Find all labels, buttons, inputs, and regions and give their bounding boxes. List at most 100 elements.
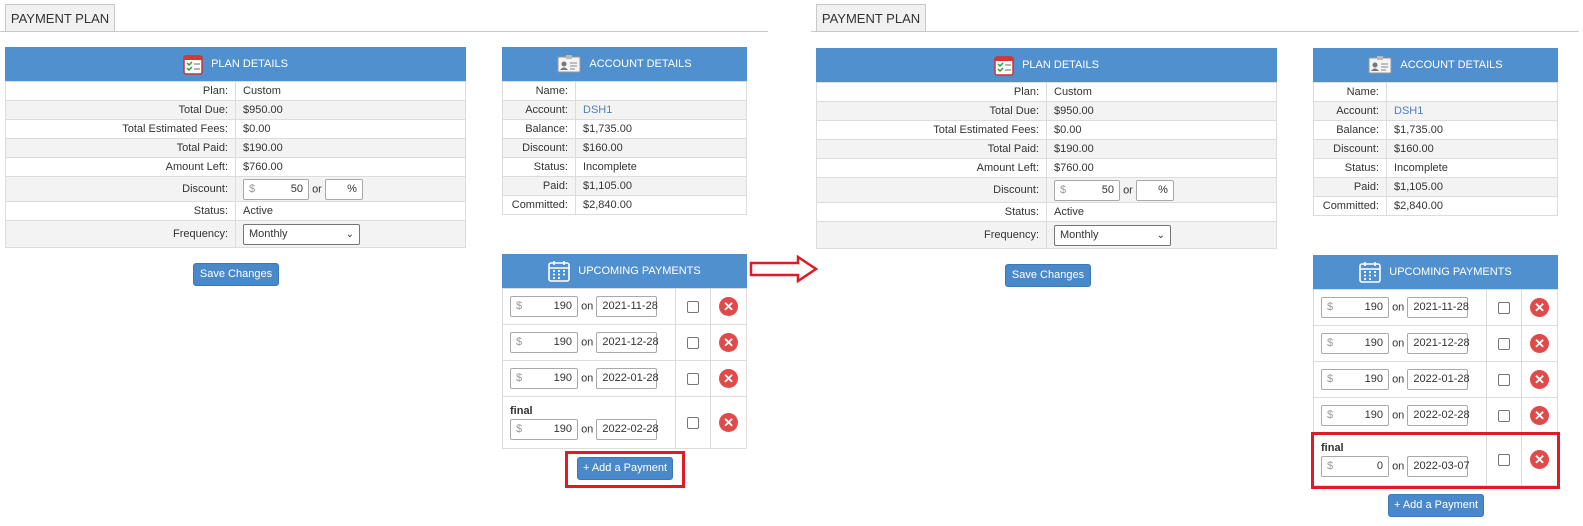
tab-divider [0,31,768,32]
discount-percent-input[interactable]: % [1135,179,1174,201]
payment-cell: $190 on 2022-01-28 [1313,361,1487,398]
row-value: $0.00 [235,119,466,139]
payment-cell: $190 on 2022-02-28 [1313,397,1487,434]
tab-payment-plan[interactable]: PAYMENT PLAN [5,4,115,32]
payment-checkbox[interactable] [1497,301,1510,314]
delete-icon[interactable]: ✕ [719,297,739,316]
row-value [575,81,747,101]
delete-icon[interactable]: ✕ [719,413,739,432]
amount-value: 190 [1364,373,1383,385]
frequency-select[interactable]: Monthly ⌄ [243,223,360,245]
amount-value: 190 [553,336,572,348]
account-details-title: ACCOUNT DETAILS [1400,59,1503,71]
currency-sign: $ [516,423,523,435]
tab-payment-plan[interactable]: PAYMENT PLAN [816,4,926,32]
account-link[interactable]: DSH1 [575,100,747,120]
payment-checkbox[interactable] [686,372,699,385]
frequency-value: Monthly [1060,228,1099,241]
account-row: Account: DSH1 [502,100,747,120]
payment-checkbox[interactable] [1497,337,1510,350]
row-label: Discount: [502,138,576,158]
add-payment-button[interactable]: + Add a Payment [1388,494,1484,517]
row-label: Committed: [1313,196,1387,216]
discount-amount-input[interactable]: $50 [1054,179,1120,201]
payment-amount-input[interactable]: $190 [1321,369,1389,390]
or-text: or [312,182,322,195]
delete-icon[interactable]: ✕ [1530,370,1550,389]
save-changes-button[interactable]: Save Changes [193,263,279,286]
account-row: Status: Incomplete [502,157,747,177]
payment-checkbox[interactable] [1497,373,1510,386]
checkbox-cell [674,396,712,449]
plan-details-table: Plan: Custom Total Due: $950.00 Total Esti… [816,82,1277,249]
delete-icon[interactable]: ✕ [1530,298,1550,317]
status-value: Active [1046,202,1277,222]
calendar-icon [1359,262,1382,283]
payment-date-input[interactable]: 2021-11-28 [1407,297,1469,318]
payment-date-input[interactable]: 2021-11-28 [596,296,658,317]
payment-checkbox[interactable] [686,300,699,313]
account-details-header: ACCOUNT DETAILS [502,47,747,81]
on-text: on [1392,301,1405,314]
account-row: Balance: $1,735.00 [1313,120,1558,140]
account-row: Committed: $2,840.00 [1313,196,1558,216]
payment-amount-input[interactable]: $190 [510,296,578,317]
delete-icon[interactable]: ✕ [719,333,739,352]
row-label: Status: [1313,158,1387,178]
payment-date-input[interactable]: 2022-01-28 [596,368,659,389]
payment-row: $190 on 2021-11-28 ✕ [502,288,747,325]
payment-checkbox[interactable] [1497,409,1510,422]
payment-date-input[interactable]: 2022-02-28 [596,419,659,440]
upcoming-payments-title: UPCOMING PAYMENTS [578,265,701,277]
payment-amount-input[interactable]: $190 [510,419,578,440]
payment-row: $190 on 2022-01-28 ✕ [502,360,747,397]
account-row: Status: Incomplete [1313,158,1558,178]
amount-value: 190 [1364,301,1383,313]
payment-date-input[interactable]: 2021-12-28 [596,332,659,353]
tab-divider [811,31,1579,32]
row-label: Total Estimated Fees: [816,120,1047,140]
delete-cell: ✕ [1521,361,1558,398]
row-label: Amount Left: [5,157,236,177]
account-row: Name: [502,81,747,101]
status-row: Status: Active [5,201,466,221]
status-value: Active [235,201,466,221]
payment-amount-input[interactable]: $190 [510,332,578,353]
currency-sign: $ [516,336,523,348]
delete-icon[interactable]: ✕ [1530,406,1550,425]
payment-amount-input[interactable]: $190 [510,368,578,389]
amount-value: 190 [553,300,572,312]
percent-sign: % [1158,183,1168,196]
row-label: Discount: [1313,139,1387,159]
payment-date-input[interactable]: 2022-02-28 [1407,405,1470,426]
row-value [1386,82,1558,102]
payment-date-input[interactable]: 2021-12-28 [1407,333,1470,354]
discount-amount-input[interactable]: $50 [243,178,309,200]
delete-cell: ✕ [710,360,747,397]
payment-checkbox[interactable] [686,336,699,349]
payment-checkbox[interactable] [686,416,699,429]
delete-icon[interactable]: ✕ [719,369,739,388]
save-changes-button[interactable]: Save Changes [1005,264,1091,287]
payment-amount-input[interactable]: $190 [1321,405,1389,426]
checklist-icon [994,56,1014,76]
account-link[interactable]: DSH1 [1386,101,1558,121]
discount-percent-input[interactable]: % [324,178,363,200]
row-label: Total Paid: [5,138,236,158]
plan-row: Plan: Custom [5,81,466,101]
row-value: $160.00 [1386,139,1558,159]
checkbox-cell [674,324,712,361]
payment-row: $190 on 2022-01-28 ✕ [1313,361,1558,398]
payment-amount-input[interactable]: $190 [1321,297,1389,318]
account-details-box: ACCOUNT DETAILS Name: Account: DSH1 Balan… [1313,48,1558,216]
payment-plan-panel-after: PAYMENT PLAN PLAN DETAILS Plan: Custom To… [811,0,1581,526]
frequency-select[interactable]: Monthly ⌄ [1054,224,1171,246]
delete-icon[interactable]: ✕ [1530,334,1550,353]
plan-row: Total Paid: $190.00 [5,138,466,158]
row-label: Name: [1313,82,1387,102]
payment-row: $190 on 2021-12-28 ✕ [502,324,747,361]
payment-amount-input[interactable]: $190 [1321,333,1389,354]
plan-row: Total Due: $950.00 [5,100,466,120]
payment-date-input[interactable]: 2022-01-28 [1407,369,1470,390]
row-value: Custom [1046,82,1277,102]
